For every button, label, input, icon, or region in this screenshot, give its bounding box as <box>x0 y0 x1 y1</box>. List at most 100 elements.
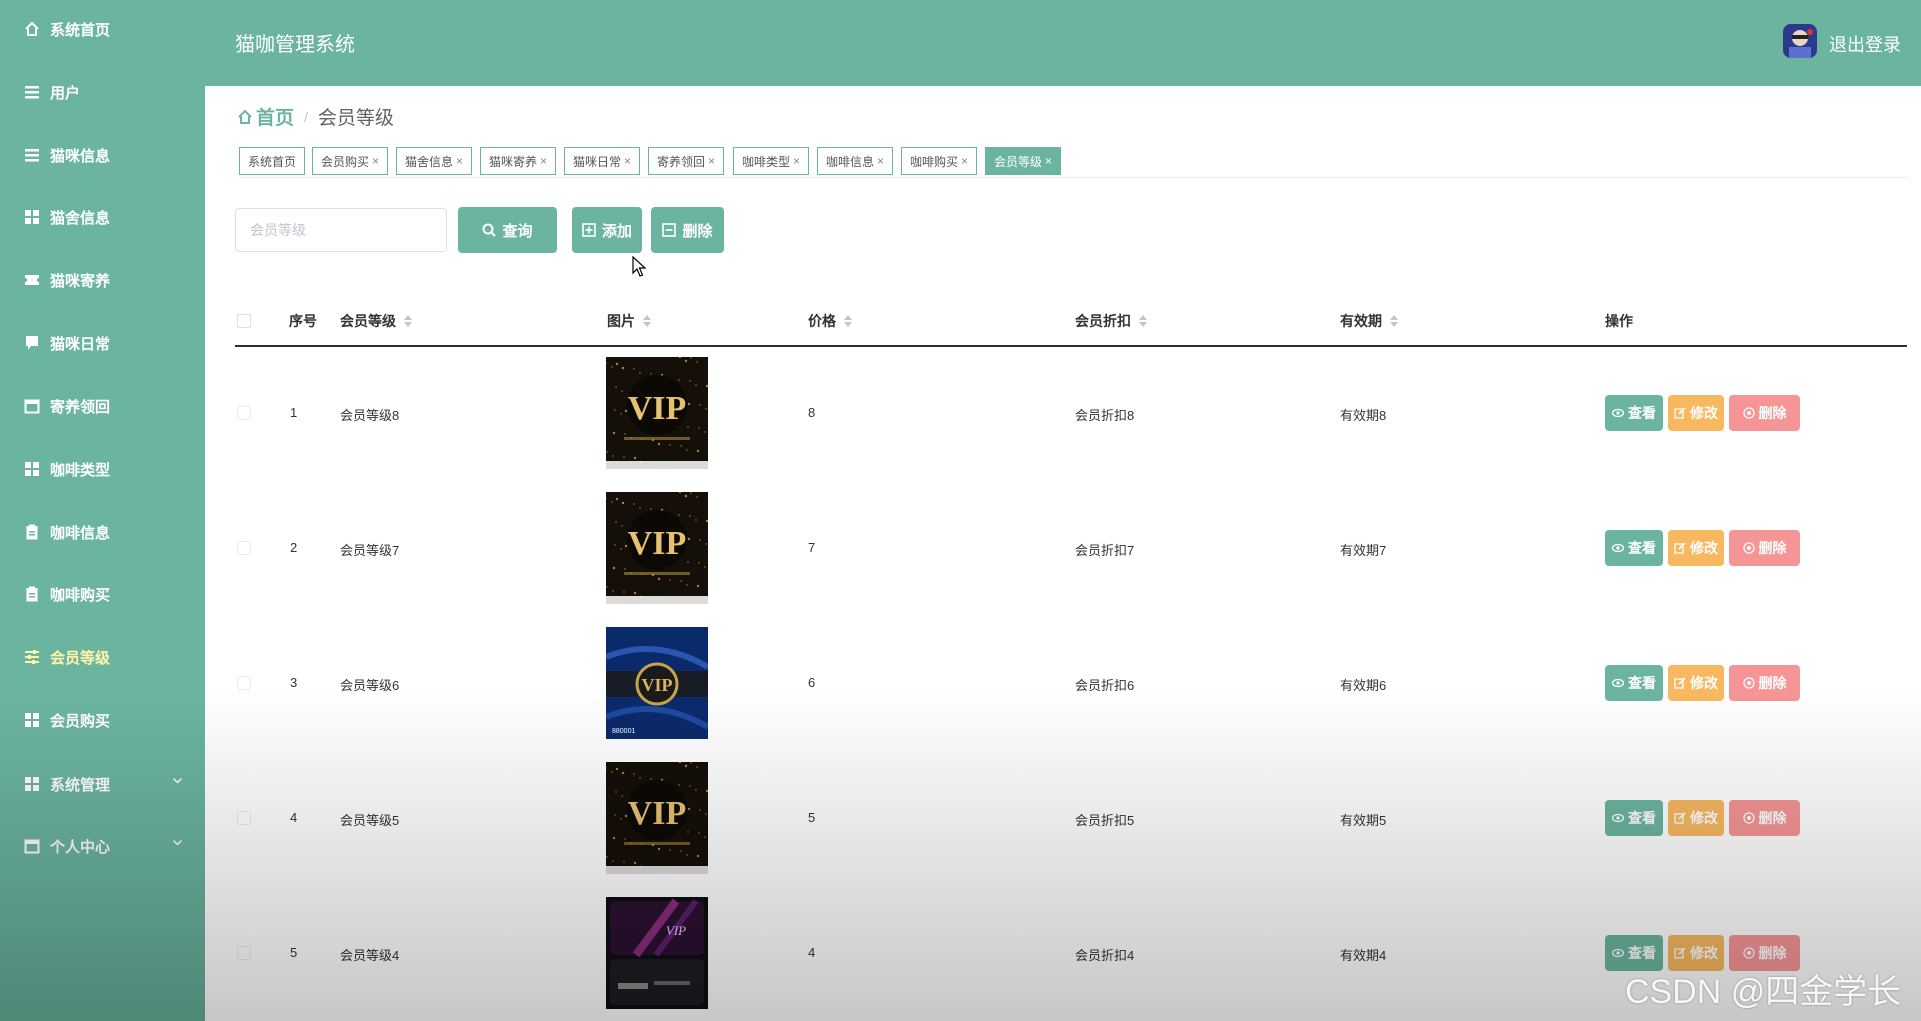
sidebar-item[interactable]: 猫咪寄养 <box>0 260 205 300</box>
sort-icon[interactable] <box>1390 315 1398 327</box>
sidebar-item-label: 个人中心 <box>50 838 111 856</box>
vip-card-image[interactable]: VIP <box>606 357 708 469</box>
tag-label: 寄养领回 <box>657 154 706 169</box>
close-icon[interactable]: × <box>372 154 379 168</box>
row-checkbox[interactable] <box>237 676 251 690</box>
sort-icon[interactable] <box>643 315 651 327</box>
tag-item[interactable]: 咖啡类型 × <box>733 147 810 175</box>
view-button[interactable]: 查看 <box>1605 800 1663 836</box>
select-all-checkbox[interactable] <box>237 314 251 328</box>
vip-card-image[interactable]: VIP <box>606 492 708 604</box>
table-header: 序号 会员等级 图片 价格 会员折扣 有效期 操作 <box>235 297 1907 347</box>
edit-button[interactable]: 修改 <box>1668 395 1724 431</box>
edit-icon <box>1674 542 1686 554</box>
close-icon[interactable]: × <box>1045 154 1052 168</box>
row-validity: 有效期8 <box>1340 408 1387 423</box>
column-image[interactable]: 图片 <box>607 311 651 331</box>
app-title: 猫咖管理系统 <box>235 34 355 56</box>
column-validity[interactable]: 有效期 <box>1340 311 1398 331</box>
search-icon <box>482 223 497 237</box>
svg-text:880001: 880001 <box>612 728 635 735</box>
vip-card-image[interactable]: VIP 880001 <box>606 627 708 739</box>
sidebar-item[interactable]: 咖啡信息 <box>0 512 205 552</box>
sidebar-item[interactable]: 会员等级 <box>0 637 205 677</box>
sort-icon[interactable] <box>844 315 852 327</box>
sidebar-item[interactable]: 猫咪信息 <box>0 135 205 175</box>
row-validity: 有效期4 <box>1340 948 1387 963</box>
vip-card-image[interactable]: VIP <box>606 762 708 874</box>
view-button[interactable]: 查看 <box>1605 665 1663 701</box>
query-button[interactable]: 查询 <box>458 207 557 253</box>
sort-icon[interactable] <box>1139 315 1147 327</box>
row-checkbox[interactable] <box>237 541 251 555</box>
tag-item[interactable]: 猫舍信息 × <box>396 147 473 175</box>
sidebar-item[interactable]: 猫舍信息 <box>0 197 205 237</box>
grid-icon <box>24 776 40 792</box>
tag-item[interactable]: 寄养领回 × <box>648 147 725 175</box>
tag-label: 猫咪日常 <box>573 154 622 169</box>
sidebar-item-label: 咖啡信息 <box>50 524 111 542</box>
tag-label: 咖啡购买 <box>910 154 959 169</box>
edit-button[interactable]: 修改 <box>1668 800 1724 836</box>
add-label: 添加 <box>601 222 632 240</box>
delete-button[interactable]: 删除 <box>1729 800 1800 836</box>
close-icon[interactable]: × <box>793 154 800 168</box>
breadcrumb-home[interactable]: 首页 <box>237 103 294 130</box>
delete-button[interactable]: 删除 <box>1729 665 1800 701</box>
tag-item[interactable]: 系统首页 <box>239 147 306 175</box>
close-icon[interactable]: × <box>624 154 631 168</box>
sidebar-item[interactable]: 咖啡类型 <box>0 449 205 489</box>
close-icon[interactable]: × <box>708 154 715 168</box>
sidebar-item[interactable]: 猫咪日常 <box>0 323 205 363</box>
close-icon[interactable]: × <box>961 154 968 168</box>
breadcrumb-current: 会员等级 <box>317 108 394 129</box>
sidebar-item[interactable]: 会员购买 <box>0 700 205 740</box>
column-level[interactable]: 会员等级 <box>340 311 412 331</box>
row-index: 5 <box>290 945 298 960</box>
tag-item[interactable]: 会员等级 × <box>985 147 1062 175</box>
close-icon[interactable]: × <box>877 154 884 168</box>
edit-button[interactable]: 修改 <box>1668 530 1724 566</box>
column-price[interactable]: 价格 <box>808 311 852 331</box>
row-discount: 会员折扣5 <box>1075 813 1135 828</box>
row-level: 会员等级5 <box>340 813 400 828</box>
add-button[interactable]: 添加 <box>572 207 642 253</box>
tag-item[interactable]: 会员购买 × <box>312 147 389 175</box>
row-validity: 有效期5 <box>1340 813 1387 828</box>
sidebar-item[interactable]: 系统首页 <box>0 9 205 49</box>
sidebar-item[interactable]: 用户 <box>0 72 205 112</box>
avatar[interactable] <box>1783 24 1817 58</box>
sidebar-item[interactable]: 寄养领回 <box>0 386 205 426</box>
delete-button[interactable]: 删除 <box>1729 395 1800 431</box>
batch-delete-button[interactable]: 删除 <box>651 207 724 253</box>
view-button-label: 查看 <box>1628 405 1656 421</box>
tag-item[interactable]: 猫咪日常 × <box>564 147 641 175</box>
tag-item[interactable]: 咖啡信息 × <box>817 147 894 175</box>
tag-item[interactable]: 猫咪寄养 × <box>480 147 557 175</box>
view-button[interactable]: 查看 <box>1605 395 1663 431</box>
row-checkbox[interactable] <box>237 811 251 825</box>
column-discount[interactable]: 会员折扣 <box>1075 311 1147 331</box>
view-button[interactable]: 查看 <box>1605 530 1663 566</box>
tag-item[interactable]: 咖啡购买 × <box>901 147 978 175</box>
logout-button[interactable]: 退出登录 <box>1829 31 1901 57</box>
row-checkbox[interactable] <box>237 406 251 420</box>
delete-button[interactable]: 删除 <box>1729 530 1800 566</box>
search-input[interactable] <box>235 208 447 252</box>
tag-label: 系统首页 <box>248 154 297 169</box>
sidebar-item[interactable]: 系统管理 <box>0 764 205 804</box>
row-discount: 会员折扣6 <box>1075 678 1135 693</box>
row-checkbox[interactable] <box>237 946 251 960</box>
close-icon[interactable]: × <box>540 154 547 168</box>
vip-card-image[interactable]: VIP <box>606 897 708 1009</box>
edit-button[interactable]: 修改 <box>1668 665 1724 701</box>
tags-view: 系统首页 会员购买 × 猫舍信息 × 猫咪寄养 × 猫咪日常 × 寄养领回 × 咖啡类型 × 咖啡信息 × 咖… <box>239 147 1909 178</box>
close-icon[interactable]: × <box>456 154 463 168</box>
tag-label: 猫舍信息 <box>405 154 454 169</box>
sidebar-item[interactable]: 个人中心 <box>0 826 205 866</box>
edit-button-label: 修改 <box>1690 405 1718 421</box>
edit-button-label: 修改 <box>1690 945 1718 961</box>
delete-button-label: 删除 <box>1758 945 1787 961</box>
sort-icon[interactable] <box>404 315 412 327</box>
sidebar-item[interactable]: 咖啡购买 <box>0 574 205 614</box>
